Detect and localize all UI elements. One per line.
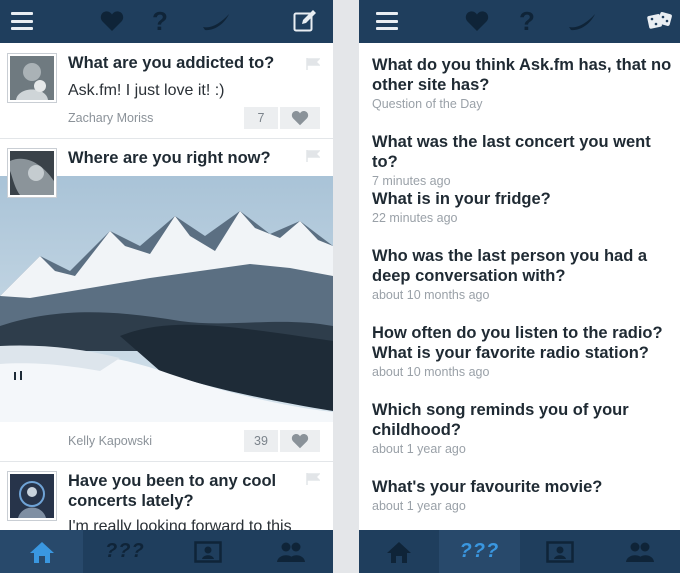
question-time: Question of the Day [372,97,483,111]
friends-icon [625,542,654,562]
flag-icon[interactable] [306,149,321,162]
like-heart-icon[interactable] [280,110,320,126]
profile-card-icon [545,540,574,563]
like-control[interactable]: 39 [244,430,320,452]
question-time: about 10 months ago [372,288,490,302]
like-count: 39 [244,430,280,452]
question-item[interactable]: How often do you listen to the radio? Wh… [372,323,676,380]
author-name[interactable]: Kelly Kapowski [68,434,152,448]
heart-icon[interactable] [463,7,491,35]
divider [0,461,333,462]
question-text: Which song reminds you of your childhood… [372,401,629,439]
avatar[interactable] [8,54,56,102]
top-bar: ? [0,0,333,43]
questions-screen: ? What do you think Ask.fm has, that no … [359,0,680,573]
answer-feed: What are you addicted to? Ask.fm! I just… [0,43,333,530]
question-time: 22 minutes ago [372,211,458,225]
wishbone-icon[interactable] [200,7,232,35]
question-text: What do you think Ask.fm has, that no ot… [372,56,672,94]
questions-label: ??? [105,540,145,562]
heart-icon[interactable] [98,7,126,35]
question-item[interactable]: Who was the last person you had a deep c… [372,246,676,303]
question-text: Who was the last person you had a deep c… [372,247,648,285]
questions-label: ??? [459,540,500,562]
nav-questions[interactable]: ??? [83,530,166,573]
home-icon [387,541,412,563]
flag-icon[interactable] [306,57,321,70]
nav-profile[interactable] [167,530,250,573]
top-bar: ? [359,0,680,43]
question-item[interactable]: What was the last concert you went to? 7… [372,132,676,189]
question-text: What's your favourite movie? [372,478,603,496]
menu-icon[interactable] [375,7,399,35]
question-title[interactable]: What are you addicted to? [68,53,274,73]
question-text: How often do you listen to the radio? Wh… [372,324,663,362]
like-control[interactable]: 7 [244,107,320,129]
bottom-nav: ??? [0,530,333,573]
compose-icon[interactable] [292,7,318,35]
question-title[interactable]: Have you been to any cool concerts latel… [68,471,298,511]
like-heart-icon[interactable] [280,433,320,449]
nav-friends[interactable] [250,530,333,573]
question-title[interactable]: Where are you right now? [68,148,271,168]
nav-home[interactable] [359,530,439,573]
friends-icon [277,542,306,562]
dice-icon[interactable] [645,7,675,35]
nav-home[interactable] [0,530,84,573]
menu-icon[interactable] [10,7,34,35]
wishbone-icon[interactable] [566,7,598,35]
question-icon[interactable]: ? [517,7,537,35]
feed-screen: ? What are you addicted to? Ask.fm! I ju… [0,0,333,573]
question-list: What do you think Ask.fm has, that no ot… [359,43,680,530]
question-time: 7 minutes ago [372,174,451,188]
question-text: What was the last concert you went to? [372,133,651,171]
flag-icon[interactable] [306,472,321,485]
avatar[interactable] [8,472,56,520]
like-count: 7 [244,107,280,129]
question-item[interactable]: What is in your fridge? 22 minutes ago [372,189,676,226]
question-item[interactable]: Which song reminds you of your childhood… [372,400,676,457]
nav-questions[interactable]: ??? [439,530,520,573]
answer-text: I'm really looking forward to this [68,518,292,530]
question-text: What is in your fridge? [372,190,551,208]
question-item[interactable]: What's your favourite movie? about 1 yea… [372,477,676,514]
divider [0,138,333,139]
question-time: about 1 year ago [372,499,466,513]
answer-photo[interactable] [0,176,333,422]
question-time: about 10 months ago [372,365,490,379]
question-icon[interactable]: ? [150,7,170,35]
nav-profile[interactable] [520,530,600,573]
nav-friends[interactable] [600,530,680,573]
bottom-nav: ??? [359,530,680,573]
home-icon [29,541,54,563]
question-item[interactable]: What do you think Ask.fm has, that no ot… [372,55,676,112]
profile-card-icon [194,540,222,563]
question-time: about 1 year ago [372,442,466,456]
answer-text: Ask.fm! I just love it! :) [68,82,225,99]
author-name[interactable]: Zachary Moriss [68,111,153,125]
avatar[interactable] [8,149,56,197]
